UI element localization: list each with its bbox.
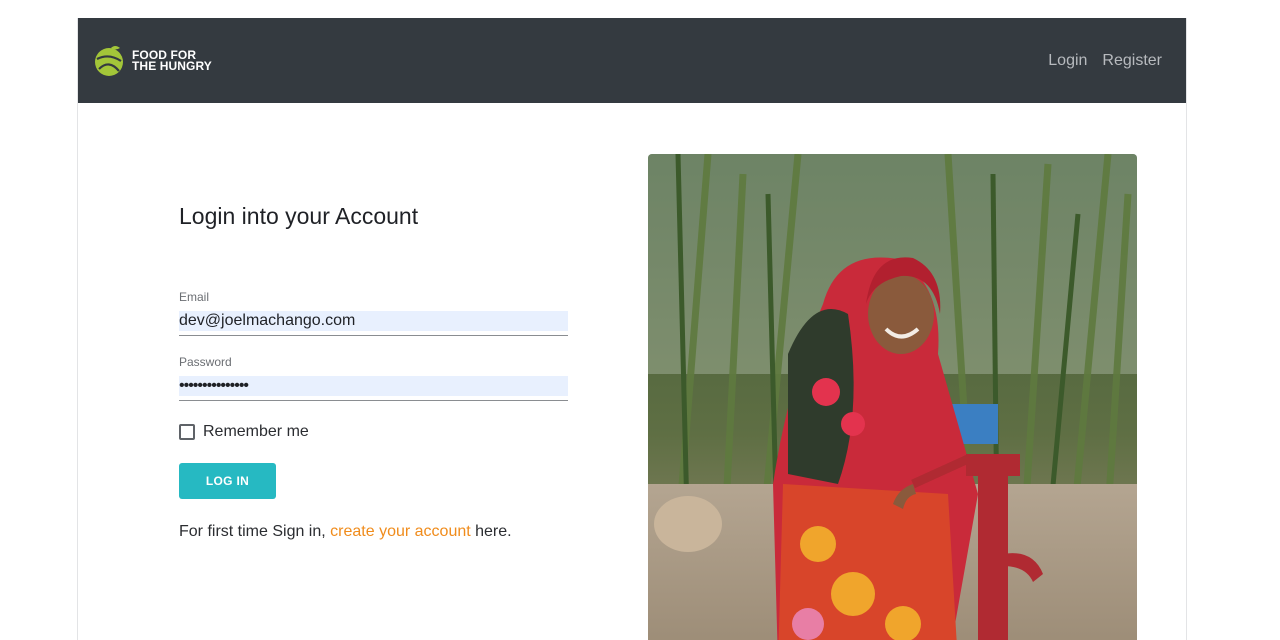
nav-login-link[interactable]: Login: [1048, 52, 1087, 70]
nav-register-link[interactable]: Register: [1102, 52, 1162, 70]
brand-name: FOOD FOR THE HUNGRY: [132, 49, 212, 73]
login-button[interactable]: LOG IN: [179, 463, 276, 499]
page-title: Login into your Account: [179, 203, 419, 229]
top-navbar: FOOD FOR THE HUNGRY Login Register: [78, 18, 1186, 103]
email-label: Email: [179, 290, 210, 304]
signup-suffix: here.: [470, 523, 512, 540]
email-field[interactable]: [179, 311, 568, 331]
remember-me-label: Remember me: [203, 423, 309, 440]
email-underline: [179, 335, 568, 336]
woman-at-water-pump-image: [648, 154, 1137, 640]
brand-line-2: THE HUNGRY: [132, 58, 212, 73]
create-account-link[interactable]: create your account: [330, 523, 471, 540]
signup-prefix: For first time Sign in,: [179, 523, 331, 540]
password-underline: [179, 400, 568, 401]
globe-leaf-icon: [95, 45, 123, 76]
nav-links: Login Register: [1048, 52, 1162, 70]
password-label: Password: [179, 355, 232, 369]
signup-prompt: For first time Sign in, create your acco…: [179, 523, 512, 541]
brand-logo[interactable]: FOOD FOR THE HUNGRY: [93, 45, 212, 77]
remember-me-checkbox[interactable]: [179, 424, 195, 440]
remember-me-row[interactable]: Remember me: [179, 423, 309, 441]
hero-photo: [648, 154, 1137, 640]
page-frame: FOOD FOR THE HUNGRY Login Register Login…: [77, 18, 1187, 640]
password-field[interactable]: [179, 376, 568, 396]
